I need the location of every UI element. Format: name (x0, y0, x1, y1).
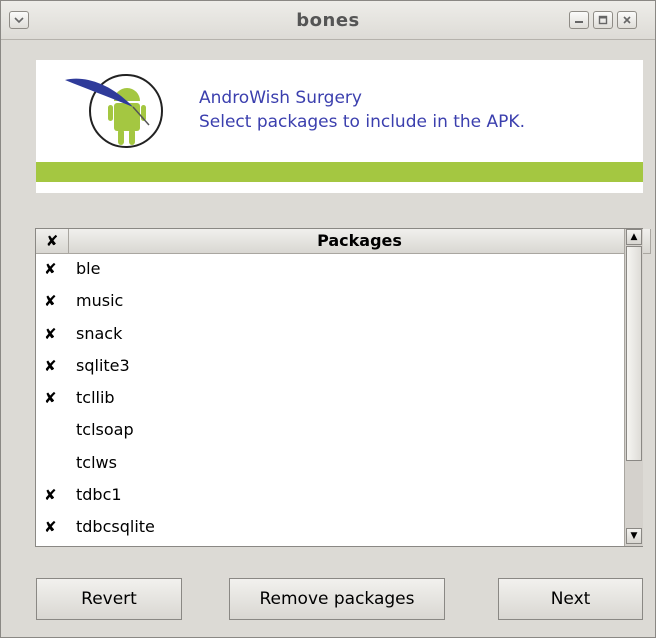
checkmark[interactable]: ✘ (44, 325, 60, 343)
package-name: tdbcsqlite (76, 517, 155, 537)
list-item[interactable]: ✘ tcllib (36, 383, 622, 415)
revert-button[interactable]: Revert (36, 578, 182, 620)
close-button[interactable] (617, 11, 637, 29)
checkmark[interactable]: ✘ (44, 357, 60, 375)
list-item[interactable]: tclsoap (36, 415, 622, 447)
list-item[interactable]: ✘ tdbc1 (36, 480, 622, 512)
package-name: sqlite3 (76, 355, 130, 375)
next-button[interactable]: Next (498, 578, 643, 620)
title-bar[interactable]: bones (1, 1, 655, 40)
list-item[interactable]: ✘ sqlite3 (36, 351, 622, 383)
packages-column-header[interactable]: Packages (69, 229, 651, 254)
package-name: snack (76, 323, 123, 343)
androwish-logo-icon (65, 74, 163, 148)
vertical-scrollbar[interactable]: ▲ ▼ (624, 229, 643, 546)
checkmark[interactable]: ✘ (44, 486, 60, 504)
package-name: tcllib (76, 388, 115, 408)
minimize-icon (575, 21, 583, 23)
minimize-button[interactable] (569, 11, 589, 29)
checkmark[interactable]: ✘ (44, 292, 60, 310)
banner-subtitle: Select packages to include in the APK. (199, 112, 525, 132)
maximize-icon (598, 15, 608, 25)
remove-packages-button[interactable]: Remove packages (229, 578, 445, 620)
package-name: music (76, 291, 124, 311)
scroll-down-arrow[interactable]: ▼ (626, 528, 642, 544)
package-name: tdbc1 (76, 485, 122, 505)
package-list[interactable]: ✘ Packages ✘ ble ✘ music ✘ snack ✘ sqlite3 ✘ tcll… (35, 228, 651, 547)
list-item[interactable]: tclws (36, 448, 622, 480)
maximize-button[interactable] (593, 11, 613, 29)
list-item[interactable]: ✘ ble (36, 254, 622, 286)
banner-accent-bar (36, 162, 643, 182)
list-item[interactable]: ✘ tdbcsqlite (36, 512, 622, 544)
list-item[interactable]: ✘ music (36, 286, 622, 318)
header-banner: AndroWish Surgery Select packages to inc… (36, 60, 643, 193)
banner-title: AndroWish Surgery (199, 88, 362, 108)
close-icon (623, 16, 631, 24)
package-rows: ✘ ble ✘ music ✘ snack ✘ sqlite3 ✘ tcllib tclsoap tc… (36, 254, 622, 545)
app-window: bones AndroWish Surgery Select packages … (0, 0, 656, 638)
package-name: tclsoap (76, 420, 134, 440)
window-title: bones (296, 10, 360, 31)
check-column-header[interactable]: ✘ (36, 229, 69, 254)
package-name: ble (76, 259, 101, 278)
list-item[interactable]: ✘ snack (36, 319, 622, 351)
checkmark[interactable]: ✘ (44, 389, 60, 407)
checkmark[interactable]: ✘ (44, 260, 60, 278)
scrollbar-thumb[interactable] (626, 246, 642, 461)
checkmark[interactable]: ✘ (44, 518, 60, 536)
package-name: tclws (76, 452, 117, 472)
scroll-up-arrow[interactable]: ▲ (626, 229, 642, 245)
